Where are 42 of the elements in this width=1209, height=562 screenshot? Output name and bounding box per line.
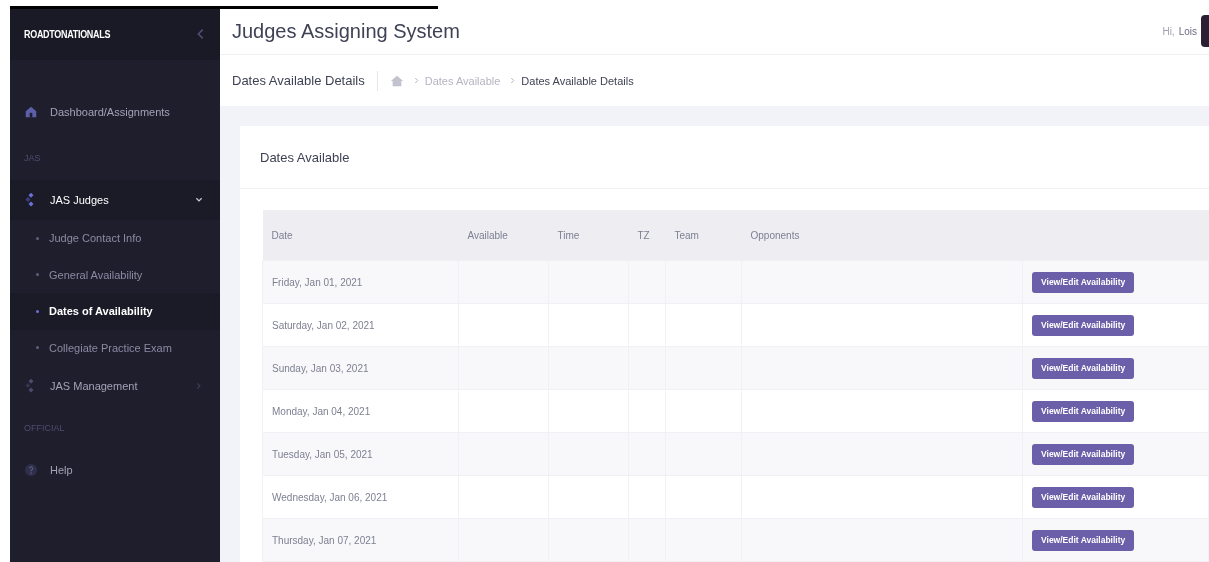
column-header: Date	[262, 210, 459, 261]
card-title: Dates Available	[240, 126, 1209, 189]
column-header: Opponents	[741, 210, 1023, 261]
submenu-item[interactable]: General Availability	[10, 256, 220, 293]
greeting-text: Hi,	[1162, 25, 1175, 37]
brand-logo: ROADTONATIONALS	[24, 27, 111, 41]
help-icon	[24, 463, 38, 477]
home-icon	[389, 73, 404, 88]
table-cell: Monday, Jan 04, 2021	[262, 389, 459, 433]
table-cell: Sunday, Jan 03, 2021	[262, 346, 459, 390]
view-edit-button[interactable]: View/Edit Availability	[1032, 443, 1135, 465]
chevron-right-icon	[510, 77, 516, 85]
column-header: TZ	[628, 210, 666, 261]
view-edit-button[interactable]: View/Edit Availability	[1032, 400, 1135, 422]
submenu-item[interactable]: Judge Contact Info	[10, 220, 220, 257]
table-cell: Tuesday, Jan 05, 2021	[262, 432, 459, 476]
view-edit-button[interactable]: View/Edit Availability	[1032, 314, 1135, 336]
sidebar-item[interactable]: JAS Management	[10, 366, 220, 406]
section-label: OFFICIAL	[23, 422, 66, 435]
table-cell: Wednesday, Jan 06, 2021	[262, 475, 459, 519]
sidebar-item[interactable]: JAS Judges	[10, 180, 220, 220]
column-header: Team	[665, 210, 742, 261]
view-edit-button[interactable]: View/Edit Availability	[1032, 486, 1135, 508]
view-edit-button[interactable]: View/Edit Availability	[1032, 357, 1135, 379]
page-title: Dates Available Details	[232, 70, 378, 91]
sidebar-item[interactable]: Help	[10, 450, 220, 490]
submenu-item[interactable]: Collegiate Practice Exam	[10, 329, 220, 366]
sidebar-item[interactable]: Dashboard/Assignments	[10, 88, 220, 136]
home-icon	[24, 105, 38, 119]
chevron-right-icon	[413, 77, 419, 85]
app-title: Judges Assigning System	[232, 19, 461, 43]
column-header: Time	[548, 210, 629, 261]
column-header: Available	[458, 210, 549, 261]
view-edit-button[interactable]: View/Edit Availability	[1032, 271, 1135, 293]
table-cell: Saturday, Jan 02, 2021	[262, 303, 459, 347]
submenu-item[interactable]: Dates of Availability	[10, 293, 220, 330]
user-name: Lois	[1178, 25, 1197, 37]
breadcrumb-link[interactable]: Dates Available Details	[521, 74, 634, 87]
table-cell: Thursday, Jan 07, 2021	[262, 518, 459, 562]
view-edit-button[interactable]: View/Edit Availability	[1032, 529, 1135, 551]
avatar	[1201, 15, 1209, 48]
table-cell: Friday, Jan 01, 2021	[262, 260, 459, 304]
